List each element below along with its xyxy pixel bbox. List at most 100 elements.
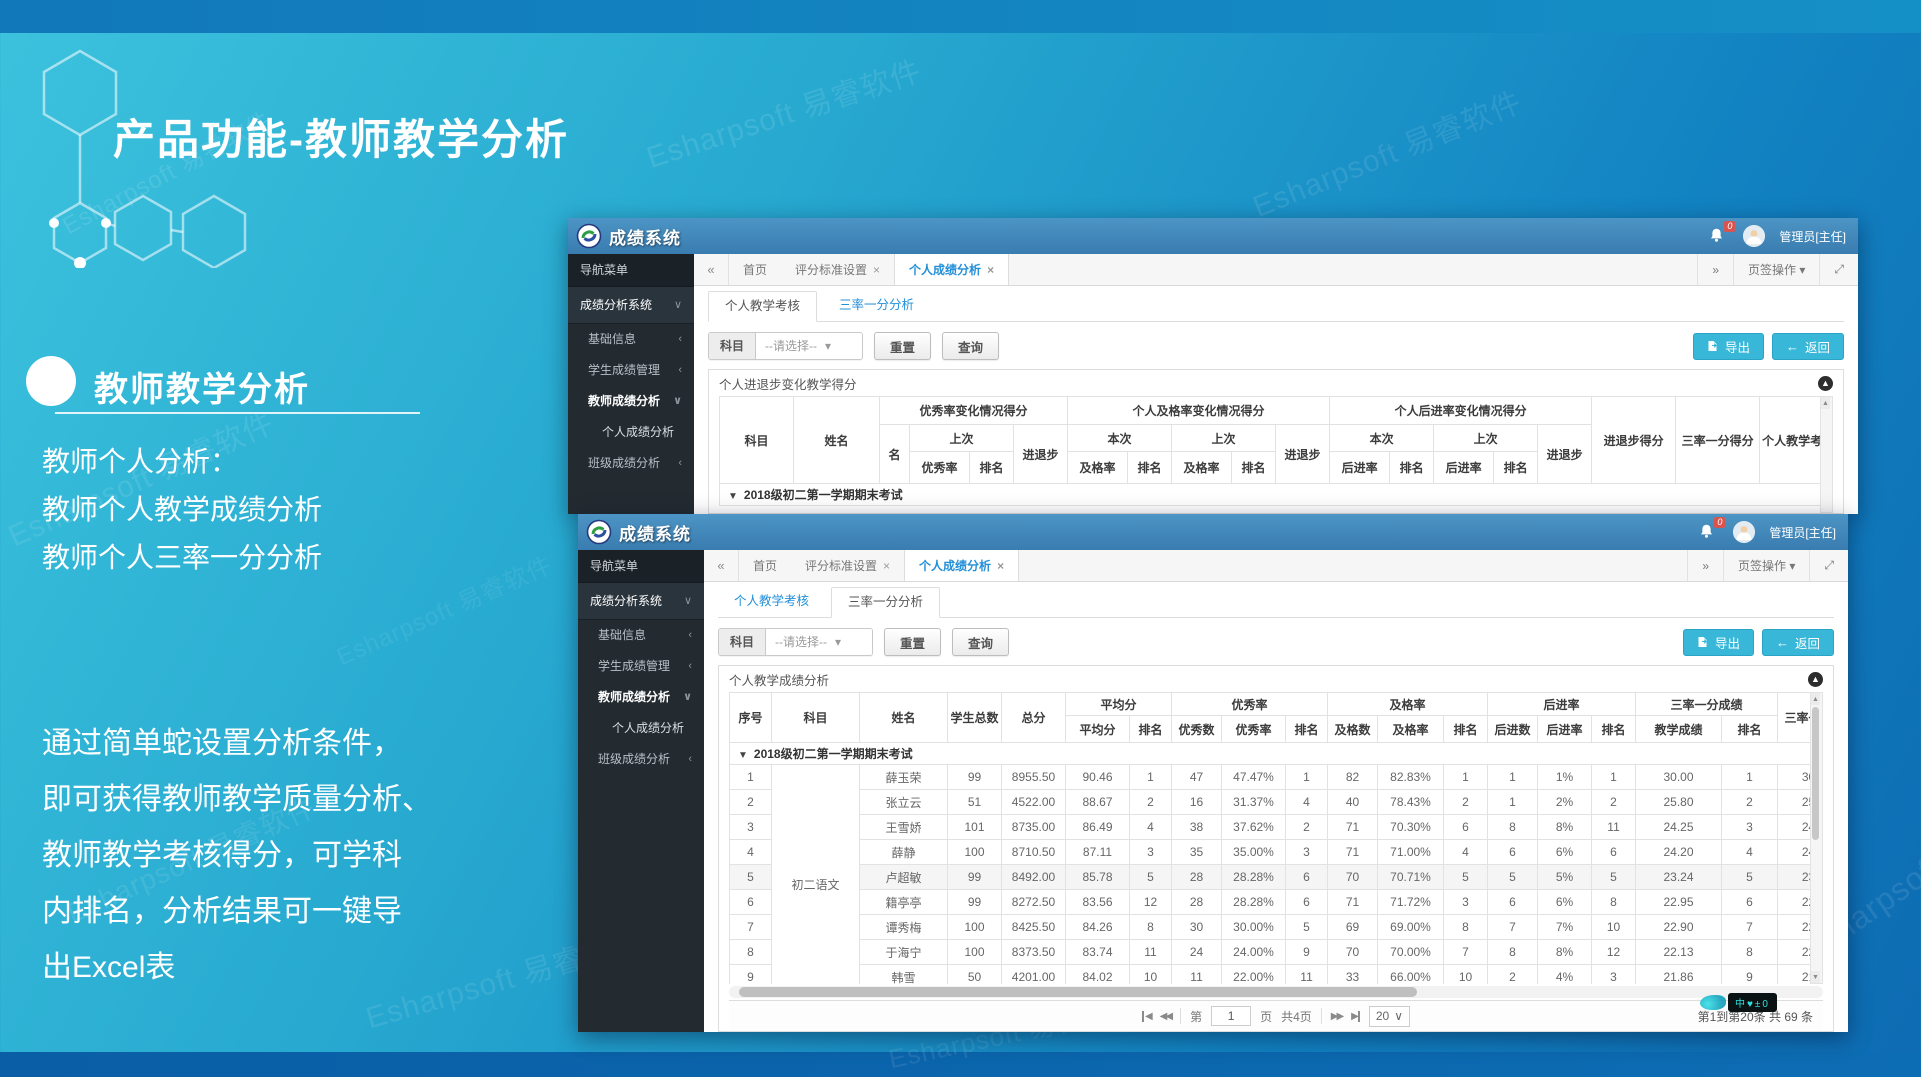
tab-评分标准设置[interactable]: 评分标准设置× — [791, 550, 904, 581]
subject-select[interactable]: --请选择-- ▾ — [766, 629, 872, 655]
last-page-button[interactable]: ▶ — [1351, 1011, 1360, 1022]
toolbar: 科目 --请选择-- ▾ 重置 查询 导出 — [718, 627, 1834, 657]
content-tab-三率一分分析[interactable]: 三率一分分析 — [831, 587, 940, 618]
content-tab-个人教学考核[interactable]: 个人教学考核 — [708, 291, 817, 322]
content-tab-个人教学考核[interactable]: 个人教学考核 — [718, 587, 825, 617]
column-header: 排名 — [1722, 716, 1778, 743]
table-row[interactable]: 6籍亭亭998272.5083.56122828.28%67171.72%366… — [730, 890, 1824, 915]
table-row[interactable]: 7谭秀梅1008425.5084.2683030.00%56969.00%877… — [730, 915, 1824, 940]
window-body: 导航菜单成绩分析系统∨基础信息‹学生成绩管理‹教师成绩分析∨个人成绩分析班级成绩… — [578, 550, 1848, 1032]
sidebar-item[interactable]: 学生成绩管理‹ — [568, 355, 694, 386]
export-button[interactable]: 导出 — [1683, 629, 1754, 656]
sidebar-item-score-analysis-system[interactable]: 成绩分析系统∨ — [568, 287, 694, 324]
back-button[interactable]: ← 返回 — [1772, 333, 1844, 360]
collapse-panel-icon[interactable]: ▲ — [1808, 672, 1823, 687]
sidebar-item[interactable]: 班级成绩分析‹ — [568, 448, 694, 479]
vertical-scrollbar[interactable]: ▲ — [1820, 396, 1833, 513]
sidebar-item-score-analysis-system[interactable]: 成绩分析系统∨ — [578, 583, 704, 620]
vertical-scrollbar[interactable]: ▲ ▼ — [1810, 692, 1823, 984]
tab-首页[interactable]: 首页 — [739, 550, 791, 581]
query-button[interactable]: 查询 — [942, 332, 999, 360]
close-tab-icon[interactable]: × — [987, 263, 994, 277]
sidebar-item[interactable]: 教师成绩分析∨ — [578, 682, 704, 713]
next-page-button[interactable]: ▶▶ — [1331, 1011, 1342, 1022]
table-row[interactable]: 2张立云514522.0088.6721631.37%44078.43%212%… — [730, 790, 1824, 815]
sidebar-item[interactable]: 个人成绩分析 — [568, 417, 694, 448]
cell-value: 28 — [1172, 865, 1222, 890]
cell-value: 于海宁 — [860, 940, 948, 965]
notifications-button[interactable]: 0 — [1699, 523, 1719, 541]
vendor-watermark-badge: 中♥±0 — [1700, 993, 1777, 1012]
back-button[interactable]: ← 返回 — [1762, 629, 1834, 656]
page-size-select[interactable]: 20 ∨ — [1369, 1006, 1410, 1027]
forward-tabs-icon[interactable]: » — [1697, 254, 1733, 285]
main-area: «首页评分标准设置×个人成绩分析×»页签操作 ▾⤢ 个人教学考核三率一分分析 科… — [694, 254, 1858, 514]
collapse-tabs-icon[interactable]: « — [694, 254, 729, 285]
cell-value: 22.95 — [1636, 890, 1722, 915]
tab-label: 首页 — [743, 261, 767, 278]
subject-select[interactable]: --请选择-- ▾ — [756, 333, 862, 359]
exam-section-row[interactable]: ▼2018级初二第一学期期末考试 — [720, 484, 1834, 506]
scrollbar-thumb[interactable] — [739, 987, 1417, 997]
user-menu[interactable]: 管理员[主任] — [1769, 524, 1836, 541]
tab-operations-button[interactable]: 页签操作 ▾ — [1733, 254, 1819, 285]
collapse-tabs-icon[interactable]: « — [704, 550, 739, 581]
notifications-button[interactable]: 0 — [1709, 227, 1729, 245]
user-avatar[interactable] — [1743, 225, 1765, 247]
sidebar-item[interactable]: 学生成绩管理‹ — [578, 651, 704, 682]
fullscreen-icon[interactable]: ⤢ — [1819, 254, 1858, 285]
collapse-panel-icon[interactable]: ▲ — [1818, 376, 1833, 391]
reset-button[interactable]: 重置 — [874, 332, 931, 360]
sidebar-item[interactable]: 班级成绩分析‹ — [578, 744, 704, 775]
column-header: 上次 — [1172, 425, 1276, 452]
tab-个人成绩分析[interactable]: 个人成绩分析× — [904, 550, 1019, 581]
prev-page-button[interactable]: ◀◀ — [1160, 1011, 1171, 1022]
tab-operations-button[interactable]: 页签操作 ▾ — [1723, 550, 1809, 581]
tab-评分标准设置[interactable]: 评分标准设置× — [781, 254, 894, 285]
sidebar-item[interactable]: 个人成绩分析 — [578, 713, 704, 744]
column-header: 优秀率变化情况得分 — [880, 397, 1068, 425]
cell-value: 籍亭亭 — [860, 890, 948, 915]
app-logo-icon — [586, 519, 612, 545]
reset-button[interactable]: 重置 — [884, 628, 941, 656]
user-menu[interactable]: 管理员[主任] — [1779, 228, 1846, 245]
exam-section-row[interactable]: ▼2018级初二第一学期期末考试 — [730, 743, 1824, 765]
table-row[interactable]: 5卢超敏998492.0085.7852828.28%67070.71%555%… — [730, 865, 1824, 890]
table-row[interactable]: 9韩雪504201.0084.02101122.00%113366.00%102… — [730, 965, 1824, 985]
close-tab-icon[interactable]: × — [873, 263, 880, 277]
export-button[interactable]: 导出 — [1693, 333, 1764, 360]
user-avatar[interactable] — [1733, 521, 1755, 543]
cell-value: 8 — [1592, 890, 1636, 915]
panel-header: 个人教学成绩分析 ▲ — [729, 666, 1823, 692]
fullscreen-icon[interactable]: ⤢ — [1809, 550, 1848, 581]
cell-value: 28 — [1172, 890, 1222, 915]
table-row[interactable]: 1初二语文薛玉荣998955.5090.4614747.47%18282.83%… — [730, 765, 1824, 790]
close-tab-icon[interactable]: × — [997, 559, 1004, 573]
first-page-button[interactable]: ◀ — [1142, 1011, 1151, 1022]
cell-value: 35.00% — [1222, 840, 1286, 865]
scroll-up-icon[interactable]: ▲ — [1821, 397, 1830, 409]
sidebar-item[interactable]: 基础信息‹ — [578, 620, 704, 651]
scroll-down-icon[interactable]: ▼ — [1811, 971, 1820, 983]
tab-个人成绩分析[interactable]: 个人成绩分析× — [894, 254, 1009, 285]
table-row[interactable]: 4薛静1008710.5087.1133535.00%37171.00%466%… — [730, 840, 1824, 865]
table-row[interactable]: 3王雪娇1018735.0086.4943837.62%27170.30%688… — [730, 815, 1824, 840]
chevron-down-icon: ∨ — [1394, 1009, 1403, 1023]
scroll-up-icon[interactable]: ▲ — [1811, 693, 1820, 705]
cell-value: 6 — [1488, 890, 1538, 915]
tab-首页[interactable]: 首页 — [729, 254, 781, 285]
horizontal-scrollbar[interactable] — [729, 986, 1823, 998]
triangle-down-icon: ▼ — [728, 491, 738, 502]
page-input[interactable]: 1 — [1211, 1006, 1251, 1026]
sidebar-item[interactable]: 基础信息‹ — [568, 324, 694, 355]
close-tab-icon[interactable]: × — [883, 559, 890, 573]
content-tab-三率一分分析[interactable]: 三率一分分析 — [823, 291, 930, 321]
app-topbar: 成绩系统 0 管理员[主任] — [578, 514, 1848, 550]
table-row[interactable]: 8于海宁1008373.5083.74112424.00%97070.00%78… — [730, 940, 1824, 965]
sidebar-item[interactable]: 教师成绩分析∨ — [568, 386, 694, 417]
swoosh-icon — [1700, 995, 1726, 1010]
query-button[interactable]: 查询 — [952, 628, 1009, 656]
scrollbar-thumb[interactable] — [1812, 707, 1819, 840]
cell-value: 8 — [1488, 815, 1538, 840]
forward-tabs-icon[interactable]: » — [1687, 550, 1723, 581]
